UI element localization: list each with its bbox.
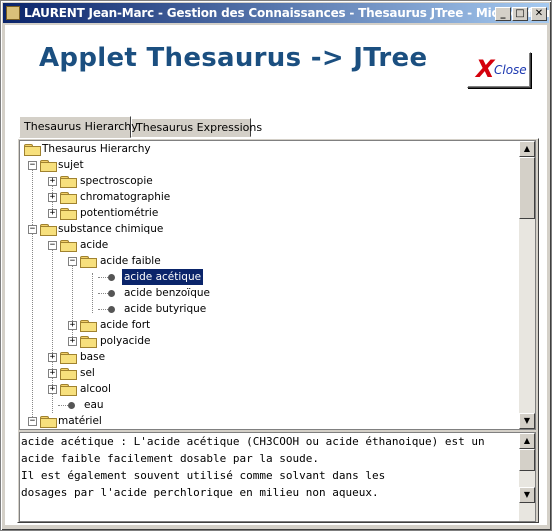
- folder-open-icon: [60, 240, 77, 252]
- scroll-down-icon[interactable]: ▼: [519, 487, 535, 503]
- tree-node-label: acide faible: [100, 255, 161, 267]
- window-icon: [6, 6, 20, 20]
- tree-node-label: matériel: [58, 415, 102, 427]
- expand-icon[interactable]: +: [48, 369, 57, 378]
- tab-thesaurus-hierarchy[interactable]: Thesaurus Hierarchy: [19, 116, 138, 138]
- tree-node-label: sujet: [58, 159, 84, 171]
- folder-icon: [60, 192, 77, 204]
- maximize-button[interactable]: □: [512, 7, 528, 21]
- close-button[interactable]: X Close: [467, 52, 531, 88]
- expand-icon[interactable]: +: [48, 209, 57, 218]
- tree-node-label: base: [80, 351, 106, 363]
- expand-icon[interactable]: +: [48, 353, 57, 362]
- collapse-icon[interactable]: −: [68, 257, 77, 266]
- expand-icon[interactable]: +: [48, 177, 57, 186]
- tree-node-label: spectroscopie: [80, 175, 153, 187]
- expand-icon[interactable]: +: [48, 385, 57, 394]
- description-line: acide faible facilement dosable par la s…: [21, 452, 320, 465]
- browser-window: LAURENT Jean-Marc - Gestion des Connaiss…: [0, 0, 552, 531]
- tab-thesaurus-expressions[interactable]: Thesaurus Expressions: [131, 118, 262, 137]
- tree-node-label: eau: [84, 399, 104, 411]
- expand-icon[interactable]: +: [68, 337, 77, 346]
- tree-node-label: Thesaurus Hierarchy: [42, 143, 151, 155]
- leaf-bullet-icon: [108, 274, 115, 281]
- folder-icon: [60, 352, 77, 364]
- tree-node-label: sel: [80, 367, 95, 379]
- folder-icon: [60, 176, 77, 188]
- tree-node-label: acide benzoïque: [124, 287, 210, 299]
- tree-node-label: acide butyrique: [124, 303, 207, 315]
- scroll-thumb[interactable]: [519, 449, 535, 471]
- collapse-icon[interactable]: −: [28, 417, 37, 426]
- folder-icon: [80, 320, 97, 332]
- page-title: Applet Thesaurus -> JTree: [39, 43, 428, 73]
- folder-open-icon: [40, 160, 57, 172]
- leaf-bullet-icon: [108, 290, 115, 297]
- expand-icon[interactable]: +: [48, 193, 57, 202]
- tree-line: [32, 161, 33, 417]
- description-line: acide acétique : L'acide acétique (CH3CO…: [21, 435, 485, 448]
- description-scrollbar[interactable]: ▲ ▼: [519, 433, 535, 521]
- applet-area: Applet Thesaurus -> JTree X Close Thesau…: [5, 25, 547, 525]
- description-textarea[interactable]: acide acétique : L'acide acétique (CH3CO…: [19, 432, 536, 522]
- scroll-thumb[interactable]: [519, 157, 535, 219]
- tree-node-label-selected: acide acétique: [120, 268, 205, 286]
- tree-line: [98, 293, 108, 294]
- folder-open-icon: [80, 256, 97, 268]
- expand-icon[interactable]: +: [68, 321, 77, 330]
- folder-open-icon: [24, 144, 41, 156]
- scroll-up-icon[interactable]: ▲: [519, 433, 535, 449]
- tree-line: [92, 273, 93, 313]
- window-title: LAURENT Jean-Marc - Gestion des Connaiss…: [24, 6, 549, 20]
- collapse-icon[interactable]: −: [28, 225, 37, 234]
- folder-icon: [60, 368, 77, 380]
- tree-node-label: acide fort: [100, 319, 151, 331]
- close-window-button[interactable]: ✕: [531, 7, 547, 21]
- close-button-label: Close: [494, 63, 527, 77]
- thesaurus-tree[interactable]: Thesaurus Hierarchy − sujet + spectrosco…: [19, 140, 536, 430]
- tree-node-label: substance chimique: [58, 223, 164, 235]
- folder-icon: [60, 384, 77, 396]
- tree-line: [98, 309, 108, 310]
- tree-node-label: chromatographie: [80, 191, 171, 203]
- folder-open-icon: [40, 416, 57, 428]
- scroll-down-icon[interactable]: ▼: [519, 413, 535, 429]
- scroll-up-icon[interactable]: ▲: [519, 141, 535, 157]
- leaf-bullet-icon: [68, 402, 75, 409]
- tree-node-label: polyacide: [100, 335, 151, 347]
- collapse-icon[interactable]: −: [48, 241, 57, 250]
- tree-scrollbar[interactable]: ▲ ▼: [519, 141, 535, 429]
- tree-node-label: potentiométrie: [80, 207, 159, 219]
- collapse-icon[interactable]: −: [28, 161, 37, 170]
- leaf-bullet-icon: [108, 306, 115, 313]
- tree-line: [98, 277, 108, 278]
- minimize-button[interactable]: _: [495, 7, 511, 21]
- tree-node-label: alcool: [80, 383, 111, 395]
- tree-node-label: acide: [80, 239, 109, 251]
- folder-open-icon: [40, 224, 57, 236]
- close-x-icon: X: [476, 55, 495, 83]
- folder-icon: [80, 336, 97, 348]
- description-line: Il est également souvent utilisé comme s…: [21, 469, 386, 482]
- folder-icon: [60, 208, 77, 220]
- tree-line: [58, 405, 68, 406]
- title-bar[interactable]: LAURENT Jean-Marc - Gestion des Connaiss…: [3, 3, 549, 23]
- description-line: dosages par l'acide perchlorique en mili…: [21, 486, 379, 499]
